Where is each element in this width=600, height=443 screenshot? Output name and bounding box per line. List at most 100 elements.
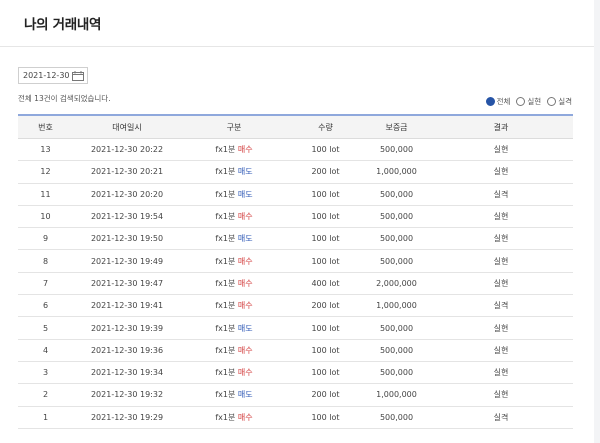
cell-type: fx1분 매수 [181, 339, 287, 362]
table-header: 번호 대여일시 구분 수량 보증금 결과 [18, 115, 573, 139]
table-row: 12 2021-12-30 20:21 fx1분 매도 200 lot 1,000,00… [18, 160, 573, 184]
cell-quantity: 100 lot [287, 361, 364, 385]
page-title: 나의 거래내역 [24, 17, 102, 33]
cell-type: fx1분 매도 [181, 160, 287, 184]
cell-product: fx1분 [215, 301, 236, 311]
cell-product: fx1분 [215, 256, 236, 266]
cell-margin: 1,000,000 [364, 383, 429, 407]
radio-all-label: 전체 [496, 97, 511, 106]
cell-result: 실현 [429, 205, 573, 229]
cell-type: fx1분 매수 [181, 205, 287, 229]
table-row: 9 2021-12-30 19:50 fx1분 매도 100 lot 500,000 실현 [18, 227, 573, 251]
radio-realized-label: 실현 [527, 97, 542, 106]
cell-side: 매도 [237, 390, 253, 400]
cell-number: 3 [18, 361, 73, 385]
cell-result: 실현 [429, 227, 573, 251]
cell-number: 5 [18, 316, 73, 340]
date-value: 2021-12-30 [23, 71, 70, 80]
cell-number: 11 [18, 183, 73, 206]
cell-margin: 500,000 [364, 316, 429, 340]
cell-datetime: 2021-12-30 19:54 [73, 205, 181, 229]
table-body: 13 2021-12-30 20:22 fx1분 매수 100 lot 500,000 실… [18, 138, 573, 429]
cell-side: 매수 [237, 412, 253, 422]
cell-side: 매도 [237, 189, 253, 199]
cell-product: fx1분 [215, 368, 236, 378]
radio-all[interactable]: 전체 [485, 96, 511, 107]
cell-datetime: 2021-12-30 19:41 [73, 294, 181, 318]
cell-quantity: 200 lot [287, 294, 364, 318]
cell-result: 실현 [429, 316, 573, 340]
cell-product: fx1분 [215, 278, 236, 288]
cell-side: 매수 [237, 145, 253, 155]
cell-margin: 2,000,000 [364, 272, 429, 296]
cell-product: fx1분 [215, 390, 236, 400]
cell-margin: 500,000 [364, 205, 429, 229]
cell-quantity: 200 lot [287, 383, 364, 407]
cell-datetime: 2021-12-30 19:47 [73, 272, 181, 296]
cell-type: fx1분 매수 [181, 272, 287, 296]
table-row: 13 2021-12-30 20:22 fx1분 매수 100 lot 500,000 실… [18, 138, 573, 162]
cell-result: 실현 [429, 272, 573, 296]
cell-datetime: 2021-12-30 19:32 [73, 383, 181, 407]
cell-result: 실현 [429, 361, 573, 385]
cell-type: fx1분 매수 [181, 249, 287, 273]
radio-selected-icon[interactable] [485, 97, 495, 106]
cell-product: fx1분 [215, 323, 236, 333]
cell-product: fx1분 [215, 345, 236, 355]
cell-quantity: 100 lot [287, 406, 364, 429]
cell-product: fx1분 [215, 412, 236, 422]
header-type: 구분 [181, 115, 287, 139]
cell-side: 매수 [237, 368, 253, 378]
cell-margin: 500,000 [364, 183, 429, 206]
radio-unselected-icon[interactable] [516, 97, 526, 106]
table-row: 4 2021-12-30 19:36 fx1분 매수 100 lot 500,000 실현 [18, 339, 573, 362]
table-row: 8 2021-12-30 19:49 fx1분 매수 100 lot 500,000 실현 [18, 249, 573, 273]
cell-number: 13 [18, 138, 73, 162]
cell-quantity: 400 lot [287, 272, 364, 296]
cell-result: 실현 [429, 138, 573, 162]
cell-quantity: 100 lot [287, 205, 364, 229]
trade-history-table: 번호 대여일시 구분 수량 보증금 결과 13 2021-12-30 20:22 f… [18, 114, 573, 429]
cell-number: 6 [18, 294, 73, 318]
header-result: 결과 [429, 115, 573, 139]
cell-type: fx1분 매수 [181, 406, 287, 429]
cell-side: 매도 [237, 167, 253, 177]
cell-margin: 500,000 [364, 339, 429, 362]
cell-type: fx1분 매수 [181, 361, 287, 385]
table-row: 7 2021-12-30 19:47 fx1분 매수 400 lot 2,000,000… [18, 272, 573, 296]
cell-number: 2 [18, 383, 73, 407]
radio-realized[interactable]: 실현 [516, 96, 541, 107]
cell-margin: 1,000,000 [364, 160, 429, 184]
cell-margin: 500,000 [364, 227, 429, 251]
cell-side: 매수 [237, 301, 253, 311]
cell-result: 실현 [429, 160, 573, 184]
cell-type: fx1분 매도 [181, 183, 287, 206]
radio-unselected-icon[interactable] [547, 97, 557, 106]
cell-quantity: 100 lot [287, 138, 364, 162]
header-datetime: 대여일시 [73, 115, 181, 139]
date-picker-input[interactable]: 2021-12-30 [18, 67, 88, 84]
cell-margin: 500,000 [364, 249, 429, 273]
cell-product: fx1분 [215, 167, 236, 177]
cell-quantity: 200 lot [287, 160, 364, 184]
cell-datetime: 2021-12-30 19:36 [73, 339, 181, 362]
cell-quantity: 100 lot [287, 183, 364, 206]
cell-number: 8 [18, 249, 73, 273]
cell-side: 매수 [237, 345, 253, 355]
cell-type: fx1분 매수 [181, 138, 287, 162]
cell-type: fx1분 매도 [181, 316, 287, 340]
calendar-icon[interactable] [72, 70, 84, 81]
cell-type: fx1분 매수 [181, 294, 287, 318]
cell-datetime: 2021-12-30 19:29 [73, 406, 181, 429]
table-row: 10 2021-12-30 19:54 fx1분 매수 100 lot 500,000 실… [18, 205, 573, 229]
radio-failed[interactable]: 실격 [547, 96, 572, 107]
cell-product: fx1분 [215, 189, 236, 199]
cell-margin: 1,000,000 [364, 294, 429, 318]
table-row: 11 2021-12-30 20:20 fx1분 매도 100 lot 500,000 실… [18, 183, 573, 206]
cell-product: fx1분 [215, 234, 236, 244]
cell-datetime: 2021-12-30 20:21 [73, 160, 181, 184]
trade-history-panel: 나의 거래내역 2021-12-30 전체 13건이 검색되었습니다. 전체 실… [0, 0, 594, 443]
cell-result: 실격 [429, 294, 573, 318]
cell-side: 매도 [237, 234, 253, 244]
table-row: 3 2021-12-30 19:34 fx1분 매수 100 lot 500,000 실현 [18, 361, 573, 385]
